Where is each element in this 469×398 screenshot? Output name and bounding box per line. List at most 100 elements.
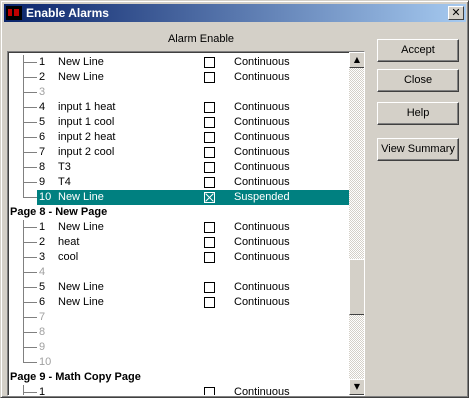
alarm-name: heat — [58, 236, 80, 248]
alarm-row[interactable]: 1 New Line Continuous — [8, 220, 349, 235]
alarm-number: 9 — [39, 341, 46, 353]
list-header: Alarm Enable — [167, 33, 235, 45]
page-group-header[interactable]: Page 9 - Math Copy Page — [8, 370, 349, 385]
help-button[interactable]: Help — [377, 102, 459, 125]
alarm-enable-checkbox[interactable] — [204, 117, 215, 128]
alarm-number: 8 — [39, 161, 46, 173]
scroll-down-button[interactable]: ▼ — [349, 379, 364, 395]
alarm-row[interactable]: 3 — [8, 85, 349, 100]
alarm-enable-checkbox[interactable] — [204, 162, 215, 173]
alarm-number: 10 — [39, 191, 52, 203]
alarm-mode: Continuous — [234, 161, 290, 173]
alarm-number: 8 — [39, 326, 46, 338]
app-icon — [6, 6, 22, 20]
alarm-mode: Continuous — [234, 131, 290, 143]
alarm-mode: Continuous — [234, 56, 290, 68]
alarm-name: cool — [58, 251, 79, 263]
alarm-row[interactable]: 5 New Line Continuous — [8, 280, 349, 295]
alarm-number: 2 — [39, 236, 46, 248]
alarm-enable-checkbox[interactable] — [204, 147, 215, 158]
alarm-enable-checkbox[interactable] — [204, 222, 215, 233]
tree-branch — [23, 167, 37, 168]
alarm-row[interactable]: 1 Continuous — [8, 385, 349, 396]
alarm-number: 1 — [39, 386, 46, 396]
alarm-mode: Continuous — [234, 251, 290, 263]
alarm-row[interactable]: 10 New Line Suspended — [8, 190, 349, 205]
alarm-name: New Line — [58, 296, 104, 308]
alarm-name: New Line — [58, 281, 104, 293]
alarm-enable-checkbox[interactable] — [204, 252, 215, 263]
alarm-number: 5 — [39, 281, 46, 293]
alarm-list[interactable]: 1 New Line Continuous 2 New Line Continuous 3 4… — [7, 51, 365, 396]
tree-branch — [23, 227, 37, 228]
alarm-number: 5 — [39, 116, 46, 128]
alarm-name: input 2 heat — [58, 131, 116, 143]
alarm-name: input 1 heat — [58, 101, 116, 113]
accept-button[interactable]: Accept — [377, 39, 459, 62]
close-button[interactable]: Close — [377, 69, 459, 92]
alarm-number: 6 — [39, 296, 46, 308]
tree-branch — [23, 122, 37, 123]
alarm-row[interactable]: 7 — [8, 310, 349, 325]
alarm-row[interactable]: 2 New Line Continuous — [8, 70, 349, 85]
alarm-enable-checkbox[interactable] — [204, 282, 215, 293]
alarm-row[interactable]: 6 input 2 heat Continuous — [8, 130, 349, 145]
alarm-number: 7 — [39, 311, 46, 323]
alarm-row[interactable]: 7 input 2 cool Continuous — [8, 145, 349, 160]
title-bar[interactable]: Enable Alarms ✕ — [4, 4, 466, 22]
alarm-row[interactable]: 1 New Line Continuous — [8, 55, 349, 70]
alarm-row[interactable]: 3 cool Continuous — [8, 250, 349, 265]
alarm-rows: 1 New Line Continuous 2 New Line Continuous 3 4… — [8, 55, 349, 396]
alarm-mode: Continuous — [234, 71, 290, 83]
page-group-header[interactable]: Page 8 - New Page — [8, 205, 349, 220]
alarm-number: 7 — [39, 146, 46, 158]
alarm-name: New Line — [58, 191, 104, 203]
tree-branch — [23, 62, 37, 63]
alarm-mode: Suspended — [234, 191, 290, 203]
tree-branch — [23, 77, 37, 78]
alarm-row[interactable]: 8 T3 Continuous — [8, 160, 349, 175]
alarm-enable-checkbox[interactable] — [204, 177, 215, 188]
tree-branch — [23, 137, 37, 138]
alarm-row[interactable]: 6 New Line Continuous — [8, 295, 349, 310]
view-summary-button[interactable]: View Summary — [377, 138, 459, 161]
tree-branch — [23, 362, 37, 363]
tree-branch — [23, 242, 37, 243]
alarm-row[interactable]: 10 — [8, 355, 349, 370]
alarm-row[interactable]: 4 — [8, 265, 349, 280]
tree-branch — [23, 287, 37, 288]
alarm-mode: Continuous — [234, 101, 290, 113]
alarm-mode: Continuous — [234, 146, 290, 158]
alarm-enable-checkbox[interactable] — [204, 132, 215, 143]
alarm-enable-checkbox[interactable] — [204, 387, 215, 395]
alarm-name: input 1 cool — [58, 116, 115, 128]
alarm-mode: Continuous — [234, 236, 290, 248]
tree-branch — [23, 107, 37, 108]
tree-branch — [23, 272, 37, 273]
page-label: Page 9 - Math Copy Page — [10, 371, 141, 383]
alarm-enable-checkbox[interactable] — [204, 297, 215, 308]
scroll-up-button[interactable]: ▲ — [349, 52, 364, 68]
alarm-number: 9 — [39, 176, 46, 188]
alarm-row[interactable]: 8 — [8, 325, 349, 340]
tree-branch — [23, 332, 37, 333]
vertical-scrollbar[interactable]: ▲ ▼ — [349, 52, 364, 395]
alarm-enable-checkbox[interactable] — [204, 192, 215, 203]
alarm-row[interactable]: 4 input 1 heat Continuous — [8, 100, 349, 115]
alarm-row[interactable]: 2 heat Continuous — [8, 235, 349, 250]
alarm-enable-checkbox[interactable] — [204, 57, 215, 68]
alarm-name: New Line — [58, 71, 104, 83]
close-window-button[interactable]: ✕ — [448, 6, 464, 20]
alarm-number: 10 — [39, 356, 52, 368]
alarm-enable-checkbox[interactable] — [204, 237, 215, 248]
alarm-row[interactable]: 5 input 1 cool Continuous — [8, 115, 349, 130]
alarm-row[interactable]: 9 — [8, 340, 349, 355]
alarm-name: T4 — [58, 176, 71, 188]
alarm-row[interactable]: 9 T4 Continuous — [8, 175, 349, 190]
tree-branch — [23, 257, 37, 258]
alarm-enable-checkbox[interactable] — [204, 72, 215, 83]
alarm-name: New Line — [58, 221, 104, 233]
scroll-thumb[interactable] — [349, 259, 364, 315]
alarm-mode: Continuous — [234, 116, 290, 128]
alarm-enable-checkbox[interactable] — [204, 102, 215, 113]
